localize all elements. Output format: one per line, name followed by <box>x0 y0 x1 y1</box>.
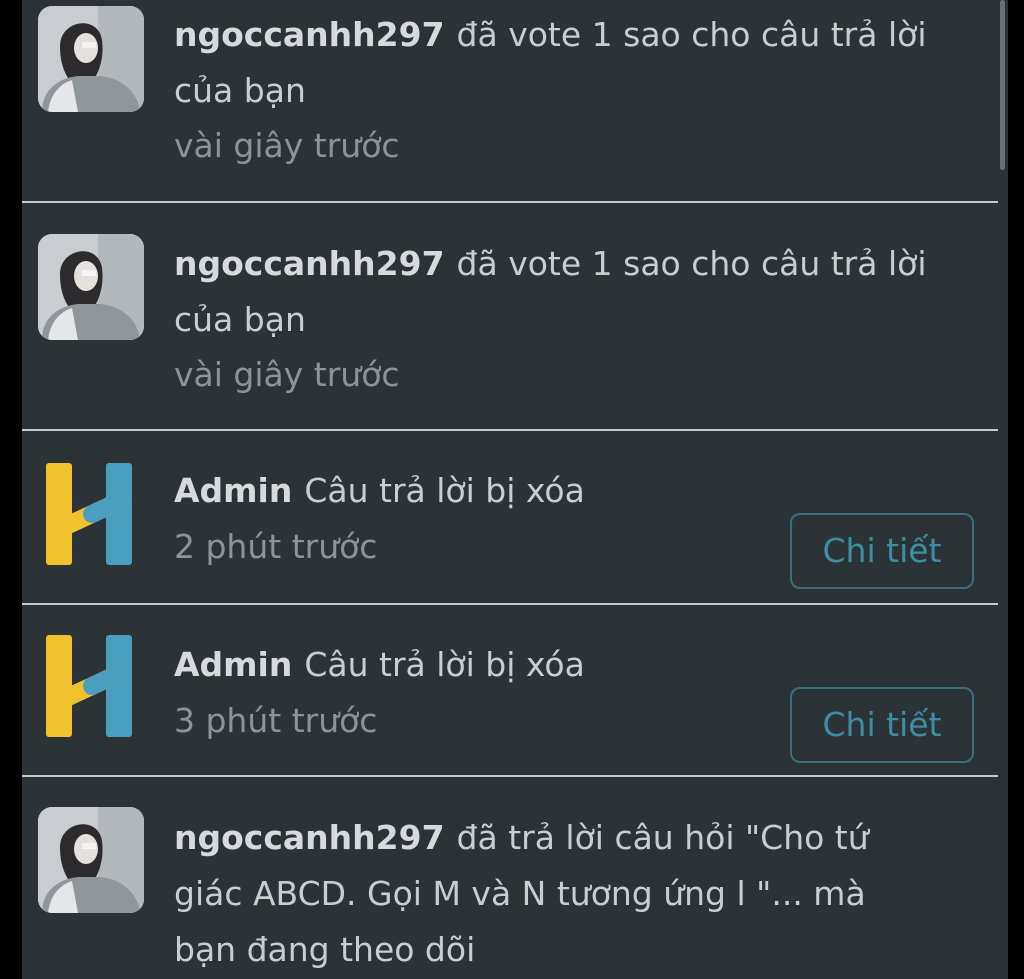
notification-text: Admin Câu trả lời bị xóa <box>174 637 974 693</box>
notification-panel: ngoccanhh297 đã vote 1 sao cho câu trả lờ… <box>22 0 998 979</box>
notification-text: ngoccanhh297 đã trả lời câu hỏi "Cho tứ g… <box>174 810 934 978</box>
notification-item[interactable]: ngoccanhh297 đã trả lời câu hỏi "Cho tứ g… <box>22 777 998 979</box>
timestamp: vài giây trước <box>174 355 400 394</box>
h-logo-icon <box>42 461 138 567</box>
notification-text: ngoccanhh297 đã vote 1 sao cho câu trả lờ… <box>174 7 974 119</box>
notification-text: ngoccanhh297 đã vote 1 sao cho câu trả lờ… <box>174 236 974 348</box>
username[interactable]: ngoccanhh297 <box>174 15 445 54</box>
username[interactable]: ngoccanhh297 <box>174 244 445 283</box>
timestamp: 2 phút trước <box>174 527 378 566</box>
avatar[interactable] <box>38 807 144 913</box>
notification-item[interactable]: Admin Câu trả lời bị xóa 2 phút trước Chi… <box>22 431 998 605</box>
notification-item[interactable]: ngoccanhh297 đã vote 1 sao cho câu trả lờ… <box>22 0 998 203</box>
avatar[interactable] <box>38 234 144 340</box>
avatar[interactable] <box>38 6 144 112</box>
details-button[interactable]: Chi tiết <box>790 687 974 763</box>
notification-message: Câu trả lời bị xóa <box>304 645 585 684</box>
username[interactable]: Admin <box>174 471 292 510</box>
h-logo-icon <box>42 633 138 739</box>
scrollbar-thumb[interactable] <box>1000 0 1005 170</box>
scrollbar[interactable] <box>998 0 1008 979</box>
notification-item[interactable]: ngoccanhh297 đã vote 1 sao cho câu trả lờ… <box>22 203 998 431</box>
username[interactable]: ngoccanhh297 <box>174 818 445 857</box>
timestamp: vài giây trước <box>174 126 400 165</box>
notification-message: Câu trả lời bị xóa <box>304 471 585 510</box>
details-button[interactable]: Chi tiết <box>790 513 974 589</box>
username[interactable]: Admin <box>174 645 292 684</box>
notification-text: Admin Câu trả lời bị xóa <box>174 463 974 519</box>
notification-item[interactable]: Admin Câu trả lời bị xóa 3 phút trước Chi… <box>22 605 998 777</box>
timestamp: 3 phút trước <box>174 701 378 740</box>
